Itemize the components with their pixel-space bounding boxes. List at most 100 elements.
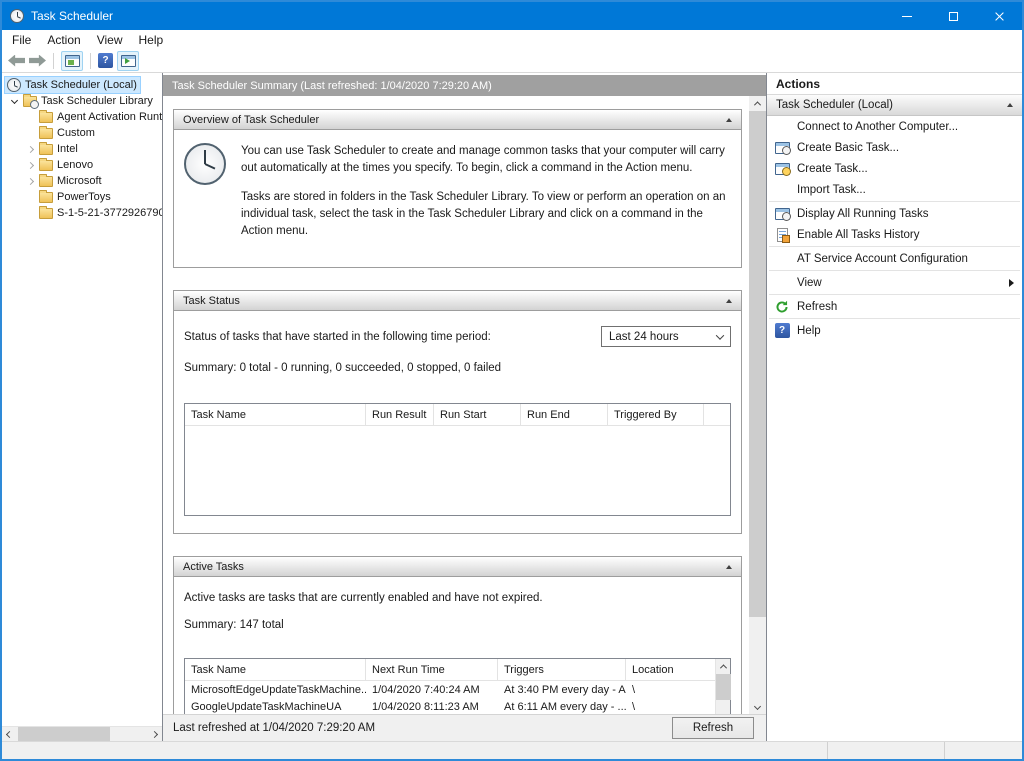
column-header-task-name[interactable]: Task Name — [185, 404, 366, 425]
collapse-icon[interactable] — [726, 118, 732, 122]
scroll-right-button[interactable] — [147, 727, 162, 742]
action-label: Create Task... — [797, 163, 868, 175]
separator — [769, 294, 1020, 295]
cell-task-name: GoogleUpdateTaskMachineUA — [185, 701, 366, 713]
column-header-triggers[interactable]: Triggers — [498, 659, 626, 680]
console-tree-icon — [65, 55, 80, 67]
tree-item-intel[interactable]: Intel — [2, 141, 162, 157]
help-icon — [775, 323, 790, 338]
scroll-down-button[interactable] — [749, 699, 766, 714]
tree-item-microsoft[interactable]: Microsoft — [2, 173, 162, 189]
menu-file[interactable]: File — [4, 30, 39, 49]
table-row[interactable]: MicrosoftEdgeUpdateTaskMachine... 1/04/2… — [185, 681, 715, 698]
show-action-pane-button[interactable] — [117, 51, 139, 71]
chevron-right-icon[interactable] — [24, 159, 37, 172]
tree-item-label: Intel — [57, 143, 78, 155]
task-status-section-header[interactable]: Task Status — [174, 291, 741, 311]
content-vertical-scrollbar[interactable] — [749, 96, 766, 714]
minimize-icon — [902, 16, 912, 17]
action-import-task[interactable]: Import Task... — [767, 179, 1022, 200]
minimize-button[interactable] — [884, 2, 930, 30]
table-vertical-scrollbar[interactable] — [715, 659, 730, 714]
cell-triggers: At 6:11 AM every day - ... — [498, 701, 626, 713]
active-tasks-table: Task Name Next Run Time Triggers Locatio… — [184, 658, 731, 714]
action-display-all-running-tasks[interactable]: Display All Running Tasks — [767, 203, 1022, 224]
column-header-location[interactable]: Location — [626, 659, 715, 680]
column-header-triggered-by[interactable]: Triggered By — [608, 404, 704, 425]
collapse-icon[interactable] — [726, 299, 732, 303]
tree-item-sid[interactable]: S-1-5-21-3772926790- — [2, 205, 162, 221]
library-folder-icon — [23, 96, 37, 107]
action-at-service-account-configuration[interactable]: AT Service Account Configuration — [767, 248, 1022, 269]
scrollbar-track[interactable] — [749, 111, 766, 699]
maximize-button[interactable] — [930, 2, 976, 30]
time-period-value: Last 24 hours — [609, 331, 679, 343]
column-header-next-run-time[interactable]: Next Run Time — [366, 659, 498, 680]
active-tasks-description: Active tasks are tasks that are currentl… — [184, 592, 731, 604]
tree-item-label: Task Scheduler (Local) — [25, 79, 137, 91]
column-header-task-name[interactable]: Task Name — [185, 659, 366, 680]
chevron-right-icon[interactable] — [24, 175, 37, 188]
refresh-icon — [775, 300, 789, 314]
action-help[interactable]: Help — [767, 320, 1022, 341]
column-header-run-result[interactable]: Run Result — [366, 404, 434, 425]
overview-section-header[interactable]: Overview of Task Scheduler — [174, 110, 741, 130]
forward-arrow-icon[interactable] — [29, 55, 46, 67]
column-header-run-end[interactable]: Run End — [521, 404, 608, 425]
tree-item-task-scheduler-library[interactable]: Task Scheduler Library — [2, 93, 162, 109]
action-view[interactable]: View — [767, 272, 1022, 293]
column-header-filler — [704, 404, 730, 425]
tree-horizontal-scrollbar[interactable] — [2, 726, 162, 741]
active-tasks-section-header[interactable]: Active Tasks — [174, 557, 741, 577]
cell-location: \ — [626, 684, 715, 696]
action-pane-icon — [121, 55, 136, 67]
overview-paragraph-1: You can use Task Scheduler to create and… — [241, 143, 729, 178]
icon-spacer — [774, 119, 790, 135]
menu-help[interactable]: Help — [131, 30, 172, 49]
action-label: Connect to Another Computer... — [797, 121, 958, 133]
summary-content: Overview of Task Scheduler You can use T… — [163, 96, 749, 714]
chevron-down-icon[interactable] — [8, 95, 21, 108]
chevron-down-icon — [754, 703, 761, 710]
tree-item-powertoys[interactable]: PowerToys — [2, 189, 162, 205]
scrollbar-thumb[interactable] — [18, 727, 110, 742]
time-period-dropdown[interactable]: Last 24 hours — [601, 326, 731, 347]
action-create-task[interactable]: Create Task... — [767, 158, 1022, 179]
tree-item-custom[interactable]: Custom — [2, 125, 162, 141]
action-refresh[interactable]: Refresh — [767, 296, 1022, 317]
scroll-up-button[interactable] — [716, 659, 731, 674]
scrollbar-thumb[interactable] — [716, 674, 731, 700]
menu-action[interactable]: Action — [39, 30, 88, 49]
column-header-run-start[interactable]: Run Start — [434, 404, 521, 425]
actions-group-header[interactable]: Task Scheduler (Local) — [767, 95, 1022, 116]
tree-item-lenovo[interactable]: Lenovo — [2, 157, 162, 173]
scroll-left-button[interactable] — [2, 727, 17, 742]
collapse-icon[interactable] — [726, 565, 732, 569]
active-tasks-title: Active Tasks — [183, 561, 244, 573]
help-toolbar-button[interactable] — [98, 53, 113, 68]
show-console-tree-button[interactable] — [61, 51, 83, 71]
scrollbar-thumb[interactable] — [749, 111, 766, 617]
chevron-right-icon — [151, 730, 158, 737]
close-button[interactable] — [976, 2, 1022, 30]
tree-item-label: PowerToys — [57, 191, 111, 203]
expander-spacer — [24, 111, 37, 124]
collapse-icon[interactable] — [1007, 103, 1013, 107]
display-running-tasks-icon — [775, 208, 790, 220]
refresh-button[interactable]: Refresh — [672, 717, 754, 739]
tree-item-agent-activation[interactable]: Agent Activation Runt — [2, 109, 162, 125]
menu-view[interactable]: View — [89, 30, 131, 49]
folder-icon — [39, 176, 53, 187]
action-enable-all-tasks-history[interactable]: Enable All Tasks History — [767, 224, 1022, 245]
action-label: Display All Running Tasks — [797, 208, 928, 220]
action-connect-to-another-computer[interactable]: Connect to Another Computer... — [767, 116, 1022, 137]
table-row[interactable]: GoogleUpdateTaskMachineUA 1/04/2020 8:11… — [185, 698, 715, 714]
action-create-basic-task[interactable]: Create Basic Task... — [767, 137, 1022, 158]
scroll-up-button[interactable] — [749, 96, 766, 111]
actions-header: Actions — [767, 73, 1022, 95]
toolbar — [2, 49, 1022, 73]
chevron-right-icon[interactable] — [24, 143, 37, 156]
expander-spacer — [24, 207, 37, 220]
tree-item-task-scheduler-local[interactable]: Task Scheduler (Local) — [2, 77, 162, 93]
back-arrow-icon[interactable] — [8, 55, 25, 67]
